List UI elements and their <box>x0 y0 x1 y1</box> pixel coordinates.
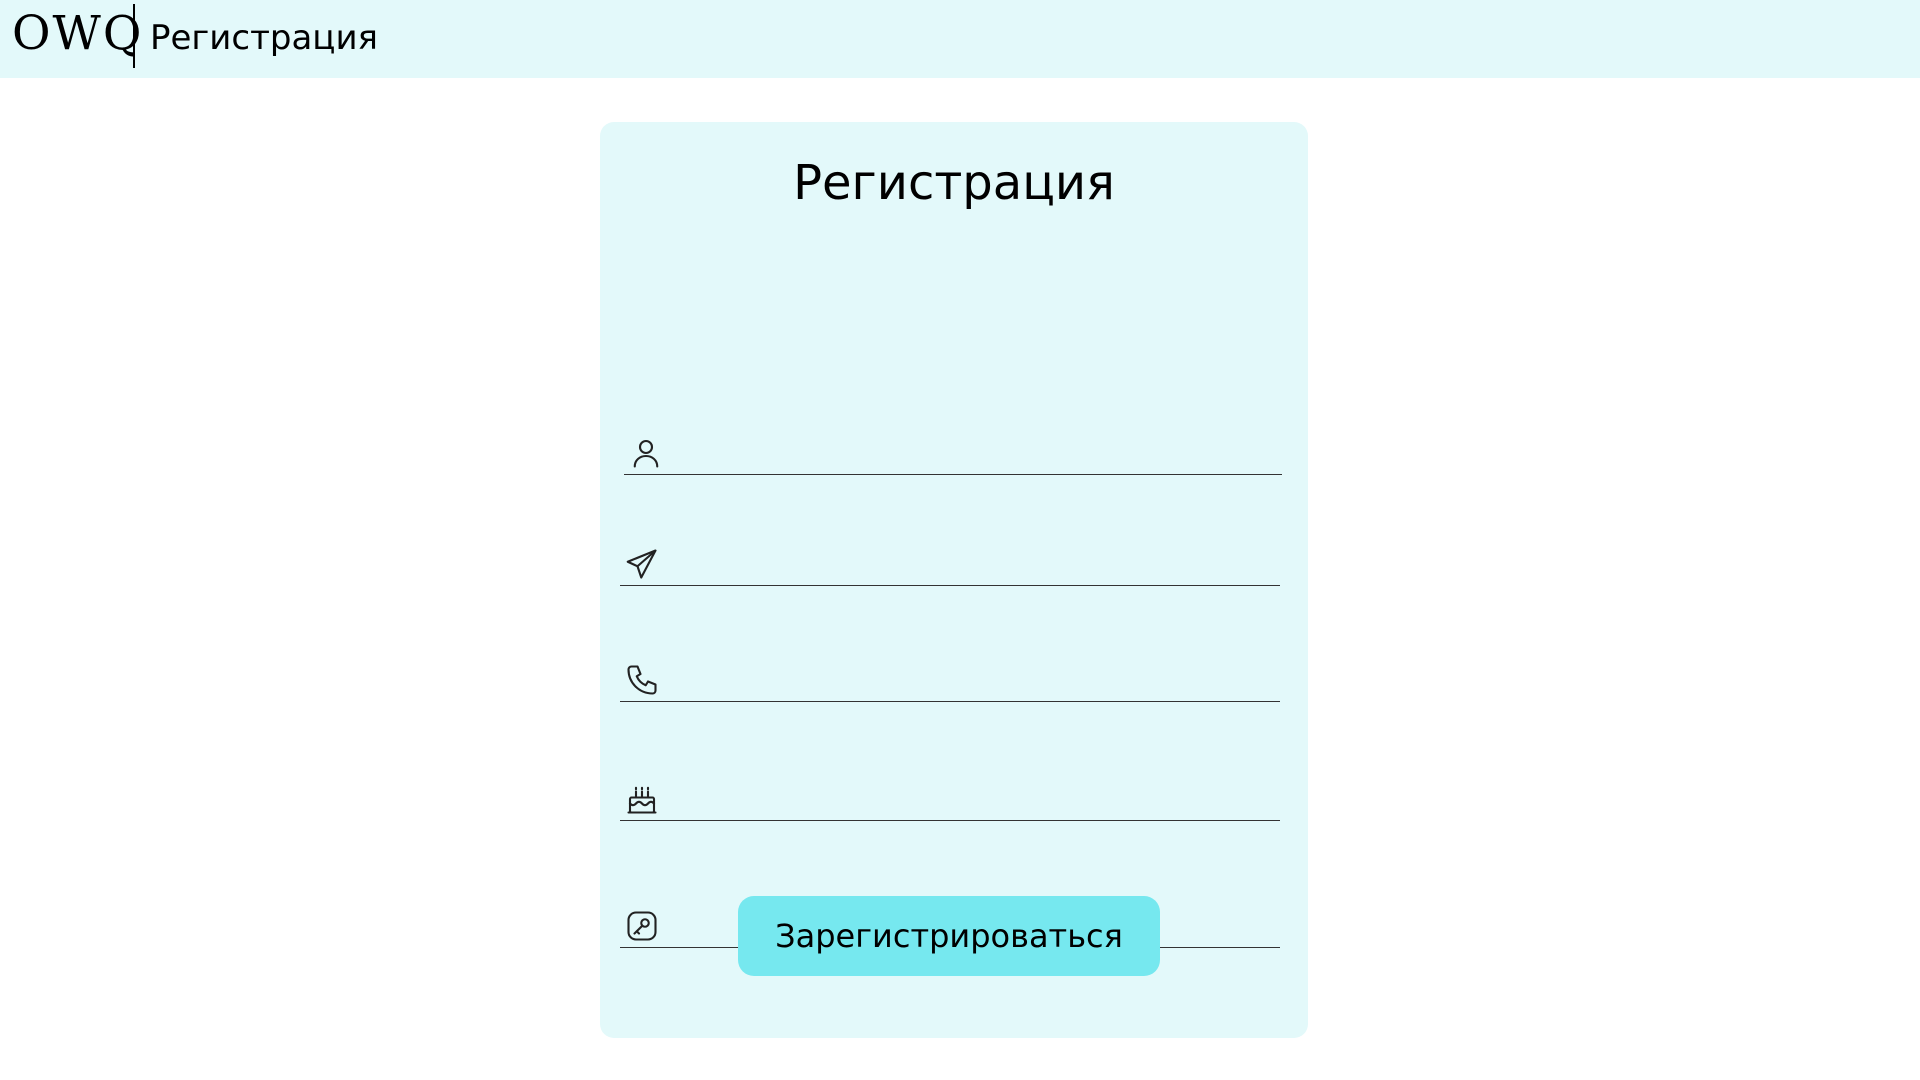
page-title: Регистрация <box>150 18 378 58</box>
birthday-field <box>620 770 1280 821</box>
birthday-input[interactable] <box>668 780 1272 818</box>
key-icon <box>627 911 657 941</box>
send-icon <box>626 549 657 579</box>
form-title: Регистрация <box>793 155 1115 211</box>
birthday-cake-icon <box>627 786 657 814</box>
phone-input[interactable] <box>668 661 1272 699</box>
telegram-input[interactable] <box>668 545 1272 583</box>
username-input[interactable] <box>672 434 1276 472</box>
top-bar: OWQ Регистрация <box>0 0 1920 78</box>
logo[interactable]: OWQ <box>12 6 143 62</box>
phone-icon <box>627 665 657 695</box>
phone-field <box>620 651 1280 702</box>
telegram-field <box>620 535 1280 586</box>
logo-divider <box>133 4 135 68</box>
register-button[interactable]: Зарегистрироваться <box>738 896 1160 976</box>
user-icon <box>633 439 659 468</box>
username-field <box>624 424 1282 475</box>
registration-card: Регистрация Зарегистрироваться <box>600 122 1308 1038</box>
